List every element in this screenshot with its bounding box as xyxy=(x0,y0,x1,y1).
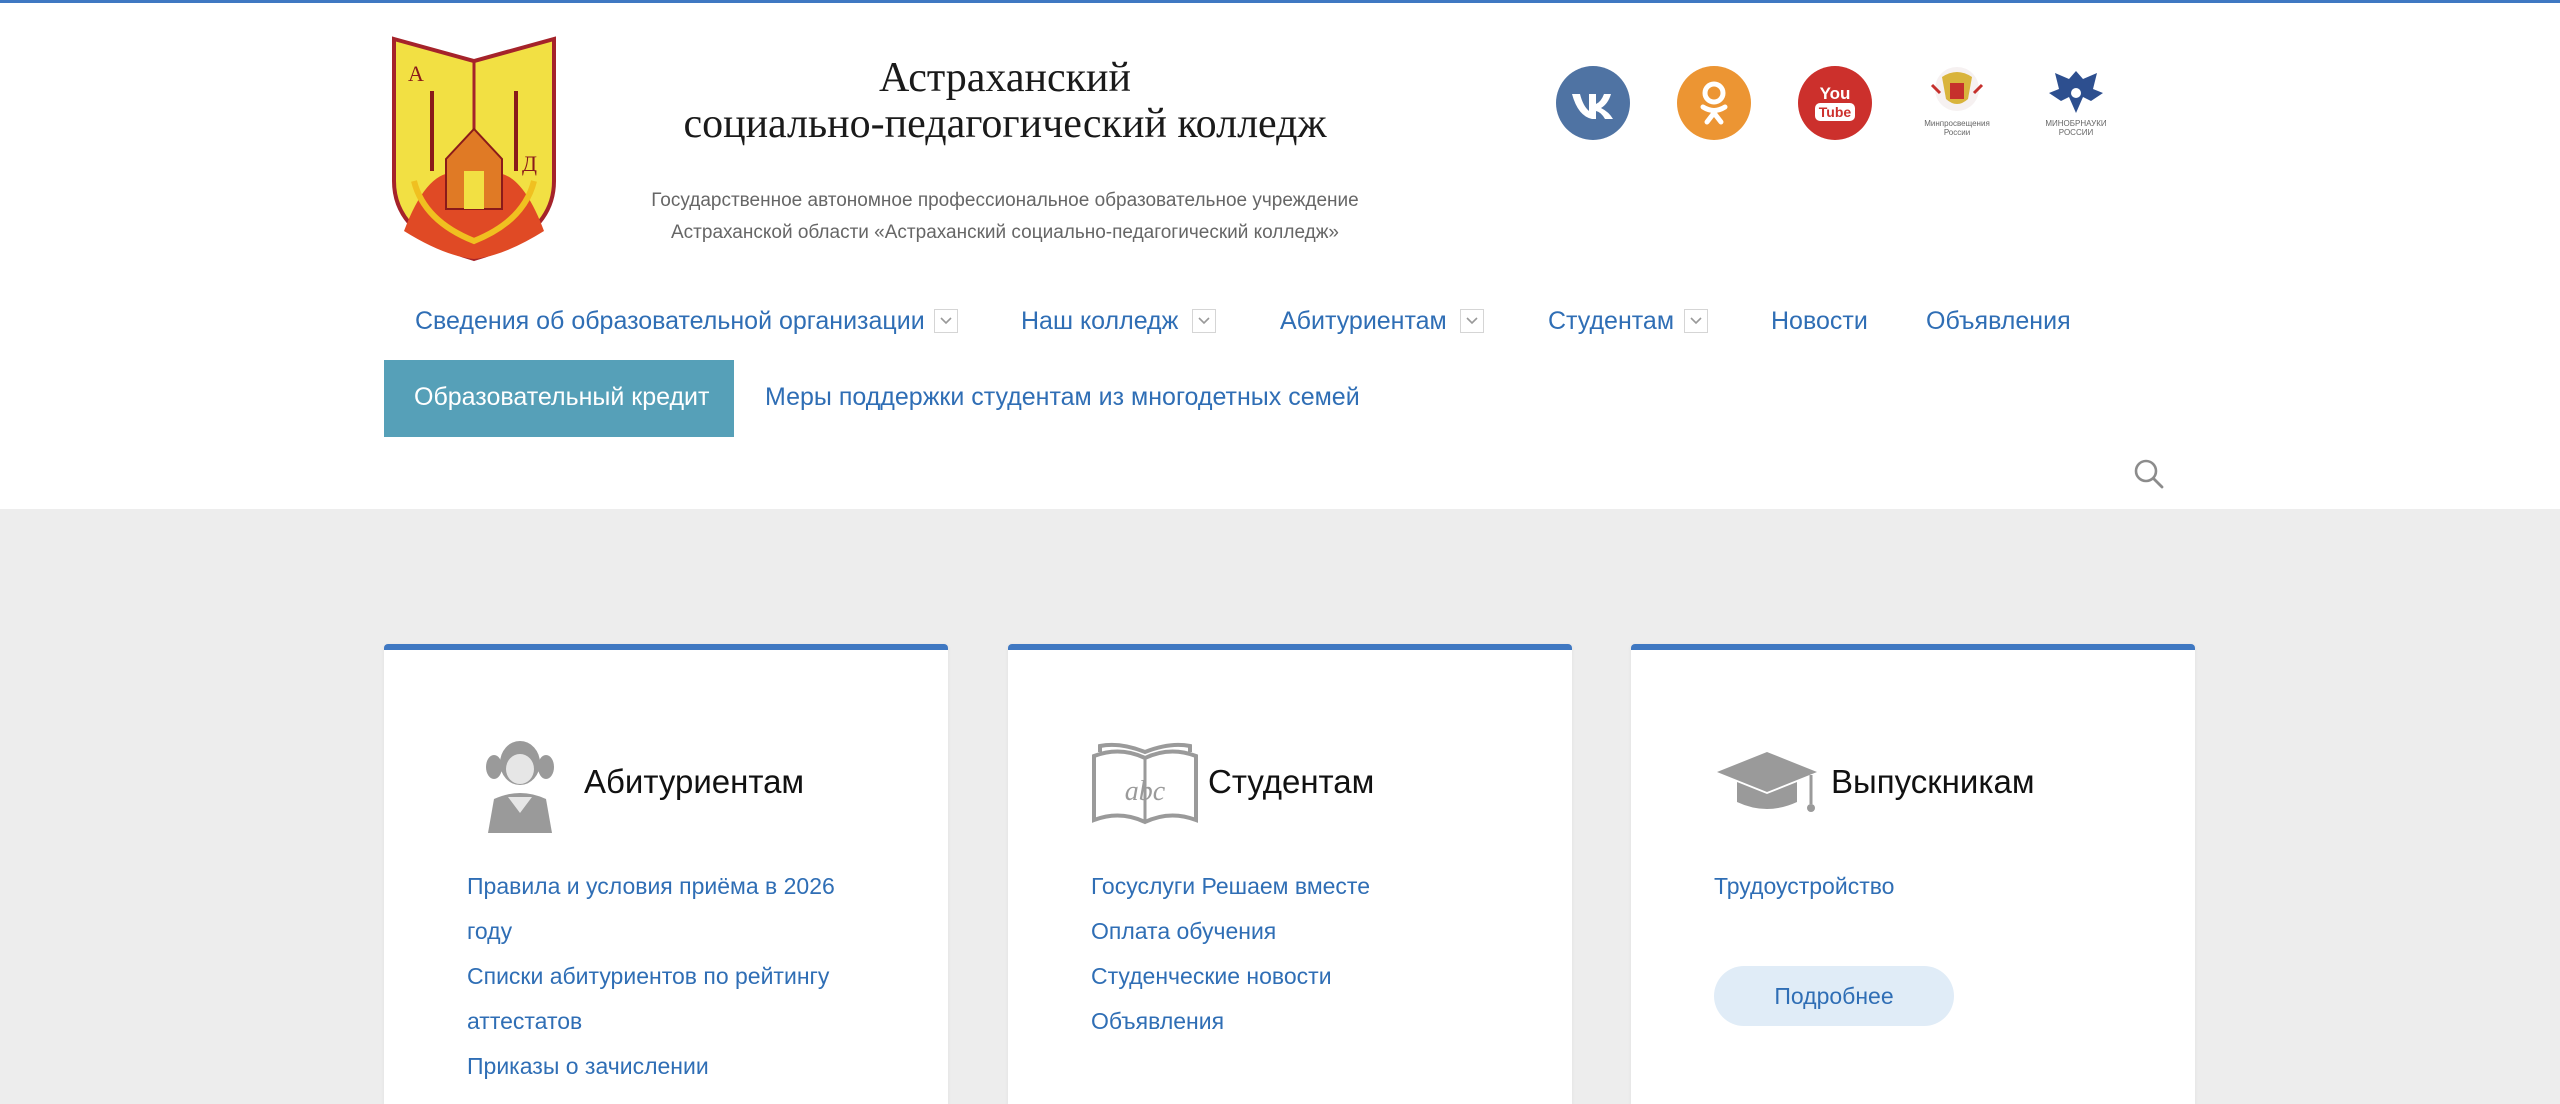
card-links-graduates: Трудоустройство xyxy=(1714,864,2134,909)
nav-item-news[interactable]: Новости xyxy=(1771,306,1868,336)
svg-text:You: You xyxy=(1820,84,1851,103)
graduation-cap-icon xyxy=(1715,750,1819,825)
link-applicant-rating-lists-cont[interactable]: аттестатов xyxy=(467,999,887,1044)
vk-icon xyxy=(1572,94,1613,119)
link-admission-rules[interactable]: Правила и условия приёма в 2026 xyxy=(467,864,887,909)
girl-icon xyxy=(484,737,556,838)
chevron-down-icon xyxy=(940,317,952,325)
eagle-emblem-icon xyxy=(2049,71,2103,113)
card-title-students: Студентам xyxy=(1208,763,1375,800)
nav-item-educational-credit-label: Образовательный кредит xyxy=(414,383,710,411)
site-title: Астраханский социально-педагогический ко… xyxy=(560,55,1450,147)
title-line-2: социально-педагогический колледж xyxy=(683,101,1327,147)
link-admission-rules-cont[interactable]: году xyxy=(467,909,887,954)
subtitle-line-2: Астраханской области «Астраханский социа… xyxy=(671,222,1339,243)
nav-dropdown-toggle-students[interactable] xyxy=(1684,309,1708,333)
title-line-1: Астраханский xyxy=(879,55,1131,101)
site-header: А Д Астраханский социально-педагогически… xyxy=(0,3,2560,509)
youtube-icon: You Tube xyxy=(1815,84,1855,121)
nav-dropdown-toggle-applicants[interactable] xyxy=(1460,309,1484,333)
logo-letter-right: Д xyxy=(522,151,537,176)
nav-item-support-large-families[interactable]: Меры поддержки студентам из многодетных … xyxy=(765,382,1360,412)
vk-link[interactable] xyxy=(1556,66,1630,140)
minprosveshcheniya-link[interactable]: Минпросвещения России xyxy=(1912,63,2002,143)
svg-text:Tube: Tube xyxy=(1819,104,1852,120)
nav-dropdown-toggle-our-college[interactable] xyxy=(1192,309,1216,333)
odnoklassniki-link[interactable] xyxy=(1677,66,1751,140)
nav-item-our-college[interactable]: Наш колледж xyxy=(1021,306,1178,336)
nav-item-applicants[interactable]: Абитуриентам xyxy=(1280,306,1447,336)
link-enrollment-orders[interactable]: Приказы о зачислении xyxy=(467,1044,887,1089)
card-graduates: Выпускникам Трудоустройство Подробнее xyxy=(1631,644,2195,1104)
eagle-emblem-icon xyxy=(1930,67,1984,111)
link-gosuslugi[interactable]: Госуслуги Решаем вместе xyxy=(1091,864,1511,909)
nav-dropdown-toggle-organization-info[interactable] xyxy=(934,309,958,333)
card-title-applicants: Абитуриентам xyxy=(584,763,805,800)
chevron-down-icon xyxy=(1690,317,1702,325)
site-subtitle: Государственное автономное профессиональ… xyxy=(560,185,1450,249)
chevron-down-icon xyxy=(1466,317,1478,325)
search-button[interactable] xyxy=(2133,458,2165,490)
logo-letter-left: А xyxy=(408,61,424,86)
card-students: abc Студентам Госуслуги Решаем вместе Оп… xyxy=(1008,644,1572,1104)
link-tuition-payment[interactable]: Оплата обучения xyxy=(1091,909,1511,954)
svg-text:abc: abc xyxy=(1125,776,1166,807)
subtitle-line-1: Государственное автономное профессиональ… xyxy=(651,190,1359,211)
link-student-news[interactable]: Студенческие новости xyxy=(1091,954,1511,999)
youtube-link[interactable]: You Tube xyxy=(1798,66,1872,140)
minpros-caption: Минпросвещения России xyxy=(1924,119,1990,137)
odnoklassniki-icon xyxy=(1700,81,1728,125)
card-links-applicants: Правила и условия приёма в 2026 году Спи… xyxy=(467,864,887,1089)
link-employment[interactable]: Трудоустройство xyxy=(1714,864,2134,909)
card-title-graduates: Выпускникам xyxy=(1831,763,2035,800)
minobrnauki-link[interactable]: МИНОБРНАУКИ РОССИИ xyxy=(2031,63,2121,143)
search-icon xyxy=(2134,459,2164,489)
link-applicant-rating-lists[interactable]: Списки абитуриентов по рейтингу xyxy=(467,954,887,999)
nav-item-students[interactable]: Студентам xyxy=(1548,306,1674,336)
chevron-down-icon xyxy=(1198,317,1210,325)
link-student-announcements[interactable]: Объявления xyxy=(1091,999,1511,1044)
more-button[interactable]: Подробнее xyxy=(1714,966,1954,1026)
college-logo[interactable]: А Д xyxy=(384,31,564,268)
open-book-icon: abc xyxy=(1090,742,1200,831)
minobr-caption: МИНОБРНАУКИ РОССИИ xyxy=(2045,119,2107,137)
card-applicants: Абитуриентам Правила и условия приёма в … xyxy=(384,644,948,1104)
nav-item-organization-info[interactable]: Сведения об образовательной организации xyxy=(415,306,925,336)
nav-item-announcements[interactable]: Объявления xyxy=(1926,306,2071,336)
card-links-students: Госуслуги Решаем вместе Оплата обучения … xyxy=(1091,864,1511,1044)
nav-item-educational-credit[interactable]: Образовательный кредит xyxy=(384,360,734,437)
